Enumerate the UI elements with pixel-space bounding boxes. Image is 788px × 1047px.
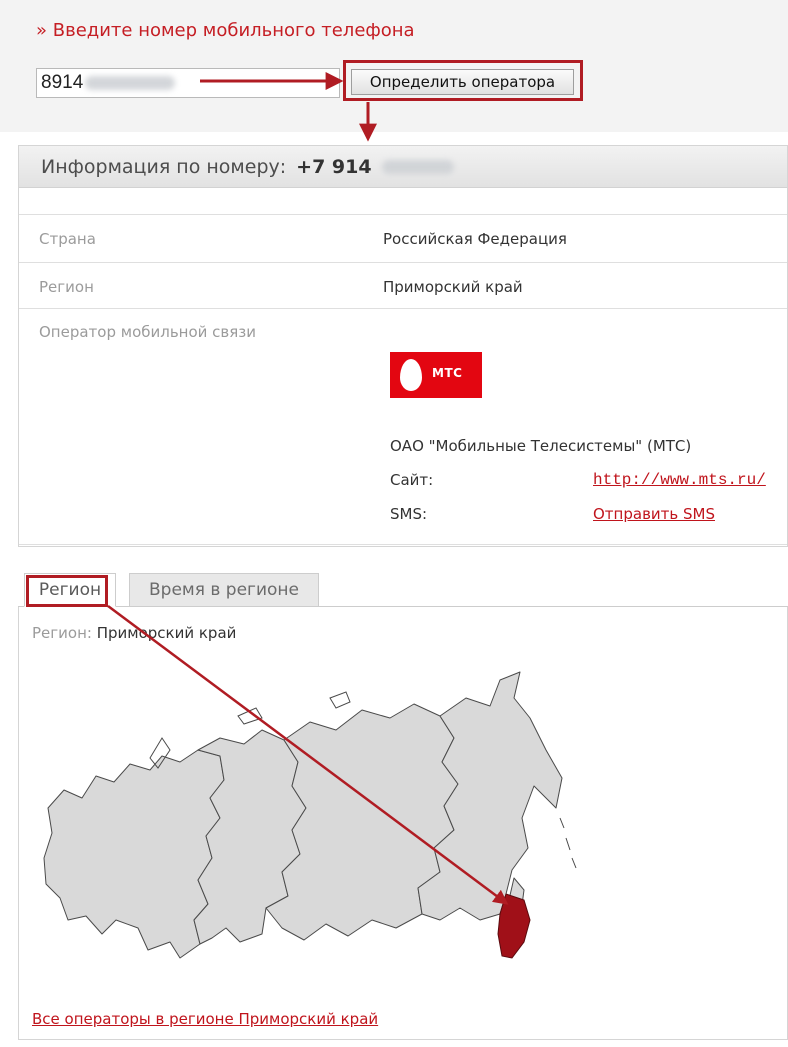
country-value: Российская Федерация [383, 230, 567, 248]
detect-operator-button[interactable]: Определить оператора [351, 69, 574, 95]
blurred-digits [85, 76, 176, 90]
sms-label: SMS: [390, 505, 428, 523]
map-island-kuril [559, 817, 577, 869]
phone-input-value: 8914 [41, 72, 84, 93]
region-tabs: Регион Время в регионе [18, 573, 788, 607]
map-island-arctic-1 [237, 707, 263, 725]
mts-logo-text: МТС [432, 366, 463, 380]
mts-egg-icon [400, 359, 422, 391]
operator-name: ОАО "Мобильные Телесистемы" (МТС) [390, 437, 692, 455]
blurred-digits [381, 159, 454, 174]
region-panel-value: Приморский край [96, 624, 237, 642]
tab-region-time[interactable]: Время в регионе [129, 573, 319, 607]
map-region-primorsky [497, 893, 531, 959]
info-row-operator: Оператор мобильной связи МТС ОАО "Мобиль… [19, 308, 787, 545]
info-header-label: Информация по номеру: [41, 155, 287, 178]
info-row-country: Страна Российская Федерация [19, 214, 787, 262]
region-label: Регион [39, 278, 94, 296]
region-value: Приморский край [383, 278, 523, 296]
map-island-arctic-3 [329, 691, 351, 709]
russia-map [43, 671, 577, 959]
phone-input[interactable]: 8914 [36, 68, 340, 98]
mts-logo: МТС [390, 352, 482, 398]
number-info-panel: Информация по номеру: +7 914 Страна Росс… [18, 145, 788, 547]
info-row-region: Регион Приморский край [19, 262, 787, 310]
detect-button-highlight: Определить оператора [343, 60, 583, 101]
info-header-number: +7 914 [296, 155, 372, 178]
operator-label: Оператор мобильной связи [39, 323, 257, 341]
site-label: Сайт: [390, 471, 434, 489]
phone-input-panel: » Введите номер мобильного телефона 8914… [0, 0, 788, 132]
country-label: Страна [39, 230, 96, 248]
region-panel-label: Регион: [32, 624, 92, 642]
tab-region-highlight [26, 575, 108, 607]
phone-prompt: » Введите номер мобильного телефона [36, 20, 415, 41]
info-header: Информация по номеру: +7 914 [19, 146, 787, 188]
send-sms-link[interactable]: Отправить SMS [593, 505, 715, 523]
site-link[interactable]: http://www.mts.ru/ [593, 471, 766, 489]
region-line: Регион: Приморский край [32, 624, 236, 642]
all-operators-link[interactable]: Все операторы в регионе Приморский край [32, 1010, 378, 1028]
